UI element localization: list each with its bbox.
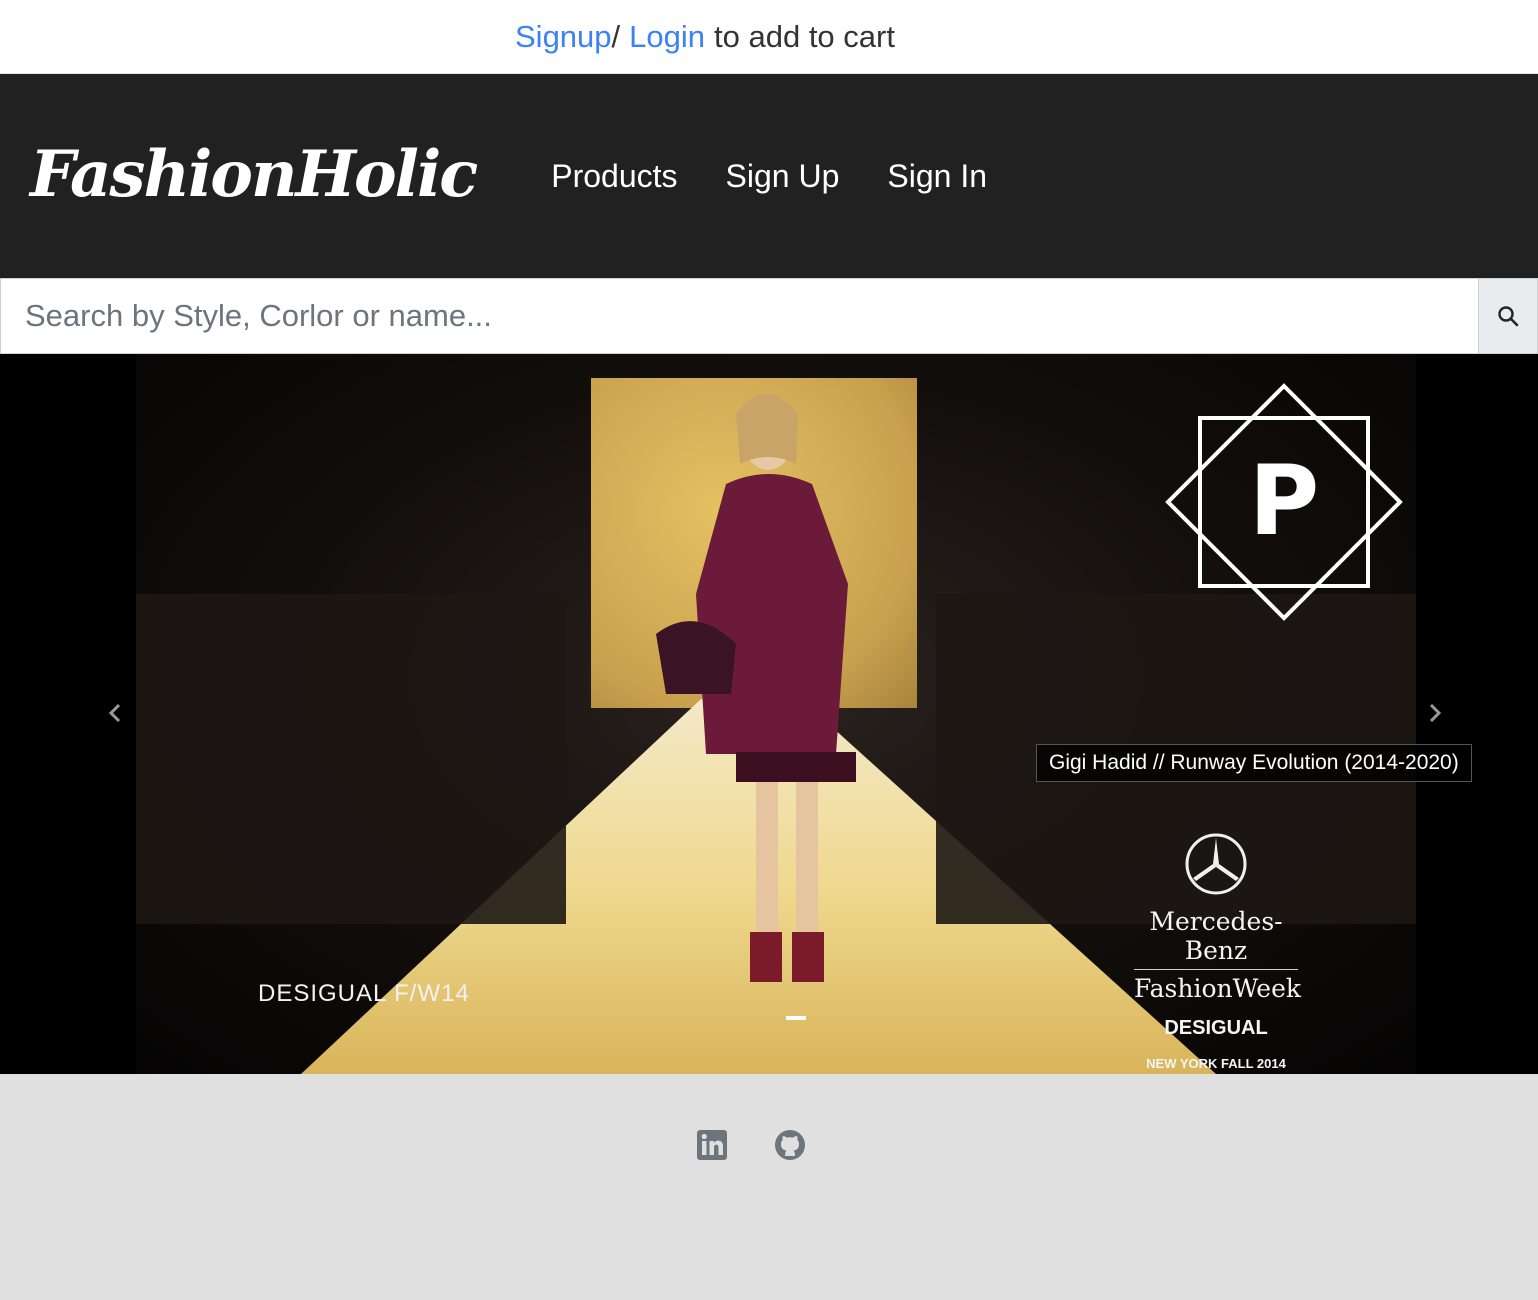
sponsor-line-1: Mercedes-Benz <box>1149 907 1283 965</box>
video-carousel[interactable]: DESIGUAL F/W14 P Mercedes-Benz FashionWe… <box>0 354 1538 1074</box>
sponsor-line-3: DESIGUAL <box>1164 1017 1268 1039</box>
nav-link-products[interactable]: Products <box>551 158 677 195</box>
social-links <box>696 1129 806 1161</box>
nav-link-sign-up[interactable]: Sign Up <box>726 158 840 195</box>
search-bar <box>0 278 1538 354</box>
navbar: FashionHolic Products Sign Up Sign In <box>0 74 1538 278</box>
nav-link-sign-in[interactable]: Sign In <box>887 158 987 195</box>
carousel-next-button[interactable] <box>1420 698 1450 728</box>
video-title-tooltip: Gigi Hadid // Runway Evolution (2014-202… <box>1036 744 1472 782</box>
search-icon <box>1498 306 1519 327</box>
runway-video-frame[interactable]: DESIGUAL F/W14 P Mercedes-Benz FashionWe… <box>136 354 1416 1074</box>
sponsor-logo: Mercedes-Benz FashionWeek DESIGUAL NEW Y… <box>1126 832 1306 1071</box>
search-button[interactable] <box>1478 279 1537 353</box>
signup-link[interactable]: Signup <box>515 19 612 55</box>
chevron-left-icon <box>108 703 121 723</box>
search-input[interactable] <box>1 279 1478 353</box>
channel-logo: P <box>1165 383 1403 621</box>
slide-caption: DESIGUAL F/W14 <box>258 980 470 1007</box>
github-link[interactable] <box>774 1129 806 1161</box>
carousel-prev-button[interactable] <box>100 698 130 728</box>
brand-logo[interactable]: FashionHolic <box>30 137 478 212</box>
mercedes-star-icon <box>1185 833 1247 895</box>
sponsor-line-2: FashionWeek <box>1134 969 1301 1003</box>
linkedin-icon <box>697 1130 727 1160</box>
footer <box>0 1074 1538 1300</box>
github-icon <box>775 1130 805 1160</box>
linkedin-link[interactable] <box>696 1129 728 1161</box>
add-to-cart-message: to add to cart <box>714 18 895 54</box>
login-prompt-bar: Signup / Login to add to cart <box>0 0 1538 74</box>
chevron-right-icon <box>1429 703 1442 723</box>
carousel-indicator[interactable] <box>786 1016 806 1020</box>
channel-logo-letter: P <box>1249 445 1319 557</box>
login-link[interactable]: Login <box>629 19 705 55</box>
separator: / <box>611 18 621 54</box>
sponsor-line-4: NEW YORK FALL 2014 <box>1146 1056 1286 1071</box>
